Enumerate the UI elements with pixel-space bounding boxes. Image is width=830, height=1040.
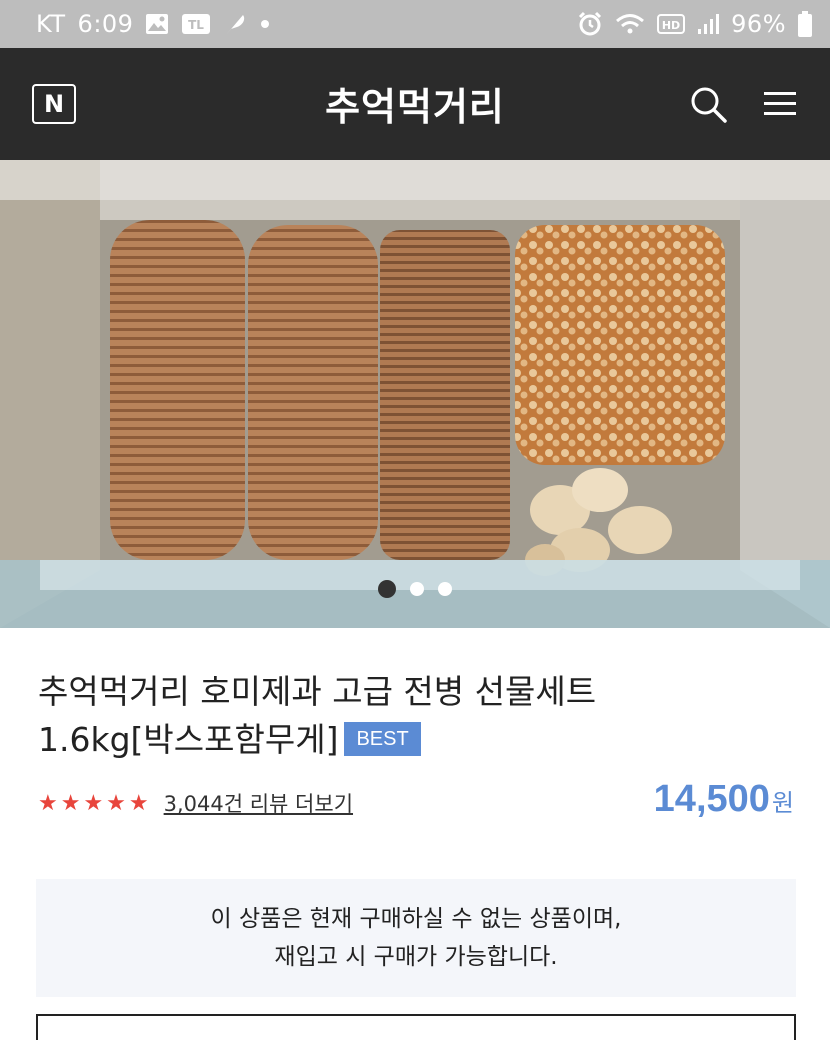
- battery-icon: [798, 11, 812, 37]
- app-header: N 추억먹거리: [0, 48, 830, 160]
- status-left: KT 6:09 TL: [36, 10, 577, 38]
- product-title-line1: 추억먹거리 호미제과 고급 전병 선물세트: [38, 672, 597, 711]
- status-right: HD 96%: [577, 10, 812, 38]
- carrier-label: KT: [36, 10, 66, 38]
- sold-out-notice: 이 상품은 현재 구매하실 수 없는 상품이며, 재입고 시 구매가 가능합니다…: [36, 879, 796, 997]
- carousel-dot-2[interactable]: [410, 582, 424, 596]
- product-photo-illustration: [0, 160, 830, 628]
- option-box[interactable]: [36, 1014, 796, 1040]
- wifi-icon: [615, 12, 645, 36]
- hd-icon: HD: [657, 13, 686, 35]
- feather-icon: [223, 11, 247, 37]
- product-title-line2-wrap: 1.6kg[박스포함무게] BEST: [38, 716, 798, 764]
- notice-line2: 재입고 시 구매가 가능합니다.: [274, 944, 558, 970]
- status-bar: KT 6:09 TL HD 96%: [0, 0, 830, 48]
- product-title-line2: 1.6kg[박스포함무게]: [38, 720, 339, 759]
- product-title: 추억먹거리 호미제과 고급 전병 선물세트 1.6kg[박스포함무게] BEST: [38, 668, 798, 764]
- alarm-icon: [577, 11, 603, 37]
- carousel-dot-1[interactable]: [378, 580, 396, 598]
- signal-icon: [697, 13, 720, 35]
- review-more-link[interactable]: 3,044건 리뷰 더보기: [164, 788, 353, 818]
- best-badge: BEST: [344, 722, 421, 756]
- dot-icon: [259, 18, 271, 30]
- rating-row: ★★★★★ 3,044건 리뷰 더보기: [38, 788, 353, 818]
- carousel-dots: [0, 580, 830, 598]
- product-image[interactable]: [0, 160, 830, 628]
- notice-line1: 이 상품은 현재 구매하실 수 없는 상품이며,: [210, 906, 622, 932]
- image-icon: [145, 13, 169, 35]
- clock-time: 6:09: [77, 10, 134, 38]
- svg-text:HD: HD: [662, 19, 680, 32]
- price-unit: 원: [771, 789, 794, 817]
- star-rating: ★★★★★: [38, 790, 152, 816]
- svg-text:TL: TL: [189, 18, 205, 32]
- talk-icon: TL: [181, 12, 211, 36]
- menu-icon[interactable]: [762, 88, 798, 120]
- battery-percent: 96%: [731, 10, 786, 38]
- price-amount: 14,500: [653, 778, 770, 820]
- price: 14,500원: [654, 778, 794, 821]
- search-icon[interactable]: [688, 84, 728, 124]
- carousel-dot-3[interactable]: [438, 582, 452, 596]
